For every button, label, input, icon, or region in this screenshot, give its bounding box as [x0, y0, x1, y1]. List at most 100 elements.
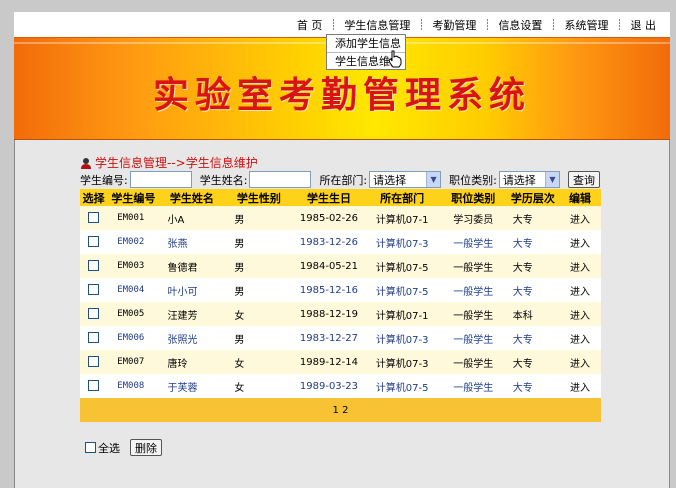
cell-sex: 男 [224, 206, 294, 230]
cell-birthday: 1983-12-27 [293, 326, 365, 350]
table-row: EM007 唐玲女 1989-12-14 计算机07-3 一般学生 大专 进入 [80, 350, 601, 374]
student-id-input[interactable] [129, 171, 192, 188]
cell-select [80, 254, 108, 278]
cell-birthday: 1985-02-26 [293, 206, 365, 230]
select-all-checkbox[interactable] [85, 442, 96, 453]
nav-separator: ┊ [484, 19, 491, 31]
cell-dept: 计算机07-1 [364, 302, 440, 326]
pager-links[interactable]: 1 2 [80, 398, 601, 422]
nav-separator: ┊ [330, 19, 337, 31]
row-checkbox[interactable] [88, 260, 100, 272]
column-header: 学历层次 [506, 189, 560, 206]
cell-select [80, 374, 108, 398]
cell-sex: 男 [224, 230, 294, 254]
row-checkbox[interactable] [88, 308, 100, 320]
cell-job: 一般学生 [439, 350, 507, 374]
row-checkbox[interactable] [88, 332, 100, 344]
edit-link[interactable]: 进入 [559, 206, 601, 230]
cell-job: 一般学生 [439, 374, 507, 398]
query-button[interactable]: 查询 [568, 171, 600, 188]
job-label: 职位类别: [449, 173, 497, 187]
delete-button[interactable]: 删除 [130, 439, 162, 456]
student-name-input[interactable] [249, 171, 312, 188]
student-id-label: 学生编号: [80, 173, 128, 187]
cell-dept: 计算机07-3 [364, 350, 440, 374]
row-checkbox[interactable] [88, 236, 100, 248]
cell-sex: 男 [224, 278, 294, 302]
cell-student-id: EM008 [107, 374, 160, 398]
cell-edu: 大专 [506, 278, 560, 302]
cell-job: 一般学生 [439, 230, 507, 254]
edit-link[interactable]: 进入 [559, 230, 601, 254]
table-row: EM002 张燕男 1983-12-26 计算机07-3 一般学生 大专 进入 [80, 230, 601, 254]
edit-link[interactable]: 进入 [559, 278, 601, 302]
chevron-down-icon: ▼ [426, 172, 441, 187]
cell-student-name: 叶小可 [159, 278, 225, 302]
job-select-value: 请选择 [502, 173, 536, 187]
table-row: EM001 小A 男 1985-02-26 计算机07-1 学习委员 大专 进入 [80, 206, 601, 230]
cell-edu: 大专 [506, 230, 560, 254]
nav-item[interactable]: 首 页 [291, 17, 329, 33]
cell-student-id: EM004 [107, 278, 160, 302]
table-row: EM008 于芙蓉女 1989-03-23 计算机07-5 一般学生 大专 进入 [80, 374, 601, 398]
edit-link[interactable]: 进入 [559, 350, 601, 374]
dept-select[interactable]: 请选择 ▼ [369, 171, 442, 188]
cell-sex: 女 [224, 350, 294, 374]
column-header: 学生性别 [224, 189, 294, 206]
cell-student-name: 小A [159, 206, 225, 230]
job-select[interactable]: 请选择 ▼ [498, 171, 560, 188]
nav-separator: ┊ [418, 19, 425, 31]
nav-item[interactable]: 学生信息管理 [338, 17, 416, 33]
table-footer: 全选 删除 [85, 439, 162, 456]
edit-link[interactable]: 进入 [559, 302, 601, 326]
cell-birthday: 1984-05-21 [293, 254, 365, 278]
cell-student-id: EM002 [107, 230, 160, 254]
table-row: EM005 汪建芳女 1988-12-19 计算机07-1 一般学生 本科 进入 [80, 302, 601, 326]
cell-sex: 女 [224, 302, 294, 326]
column-header: 学生姓名 [159, 189, 225, 206]
cell-birthday: 1989-03-23 [293, 374, 365, 398]
nav-item[interactable]: 信息设置 [492, 17, 548, 33]
row-checkbox[interactable] [88, 356, 100, 368]
cell-job: 学习委员 [439, 206, 507, 230]
nav-item[interactable]: 系统管理 [558, 17, 614, 33]
cell-student-name: 唐玲 [159, 350, 225, 374]
edit-link[interactable]: 进入 [559, 374, 601, 398]
cell-student-id: EM001 [107, 206, 160, 230]
row-checkbox[interactable] [88, 284, 100, 296]
search-filters: 学生编号: 学生姓名: 所在部门: 请选择 ▼ 职位类别: 请选择 ▼ 查询 [80, 171, 600, 188]
cell-dept: 计算机07-1 [364, 206, 440, 230]
cell-student-id: EM003 [107, 254, 160, 278]
cell-student-id: EM006 [107, 326, 160, 350]
cell-edu: 本科 [506, 302, 560, 326]
nav-items: 首 页 ┊ 学生信息管理 ┊ 考勤管理 ┊ 信息设置 ┊ 系统管理 ┊ 退 出 [291, 17, 662, 33]
breadcrumb: 学生信息管理-->学生信息维护 [80, 154, 258, 171]
cell-select [80, 350, 108, 374]
select-all-label: 全选 [98, 441, 120, 455]
cell-student-name: 汪建芳 [159, 302, 225, 326]
nav-item[interactable]: 退 出 [625, 17, 663, 33]
edit-link[interactable]: 进入 [559, 326, 601, 350]
column-header: 学生生日 [293, 189, 365, 206]
table-header-row: 选择 学生编号 学生姓名 学生性别 学生生日 所在部门 职位类别 学历层次 编辑 [80, 189, 601, 206]
cell-job: 一般学生 [439, 254, 507, 278]
table-body: EM001 小A 男 1985-02-26 计算机07-1 学习委员 大专 进入 EM002 张燕… [80, 206, 601, 422]
cell-dept: 计算机07-3 [364, 230, 440, 254]
cell-dept: 计算机07-3 [364, 326, 440, 350]
cell-edu: 大专 [506, 374, 560, 398]
nav-item[interactable]: 考勤管理 [426, 17, 482, 33]
dept-select-value: 请选择 [373, 173, 407, 187]
column-header: 职位类别 [439, 189, 507, 206]
row-checkbox[interactable] [88, 380, 100, 392]
edit-link[interactable]: 进入 [559, 254, 601, 278]
nav-separator: ┊ [550, 19, 557, 31]
row-checkbox[interactable] [88, 212, 100, 224]
cell-student-name: 于芙蓉 [159, 374, 225, 398]
cell-student-id: EM005 [107, 302, 160, 326]
table-row: EM004 叶小可男 1985-12-16 计算机07-5 一般学生 大专 进入 [80, 278, 601, 302]
banner-title: 实验室考勤管理系统 [152, 74, 531, 116]
cell-select [80, 206, 108, 230]
cell-job: 一般学生 [439, 302, 507, 326]
user-icon [81, 157, 91, 169]
chevron-down-icon: ▼ [545, 172, 559, 187]
